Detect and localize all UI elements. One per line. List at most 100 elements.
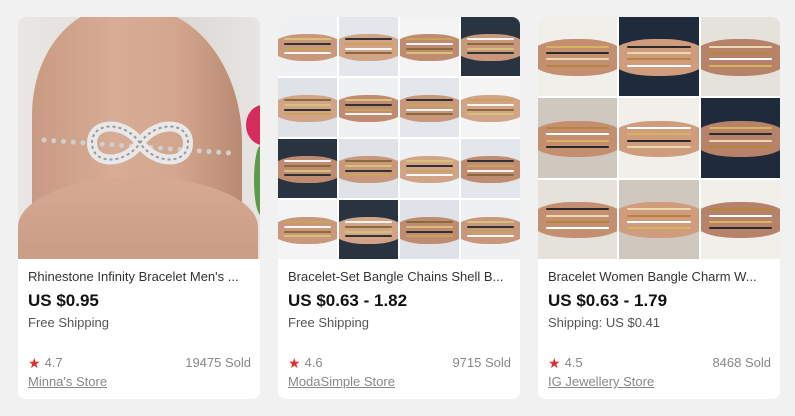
bracelet-band	[466, 169, 515, 172]
collage-tile	[461, 200, 520, 259]
collage-tile	[339, 78, 398, 137]
bracelet-band	[627, 208, 691, 211]
rating-value: 4.6	[304, 355, 323, 370]
collage-tile	[339, 17, 398, 76]
collage-tile	[700, 179, 780, 259]
bracelet-band	[545, 227, 610, 230]
bracelet-band	[283, 164, 332, 167]
product-card[interactable]: Rhinestone Infinity Bracelet Men's ... U…	[18, 17, 260, 399]
image-collage	[538, 17, 780, 259]
product-price: US $0.63 - 1.79	[548, 291, 668, 310]
rating: ★ 4.5	[548, 355, 583, 370]
bracelet-band	[545, 51, 610, 54]
bracelet-band	[466, 221, 515, 224]
bracelet-band	[283, 99, 332, 102]
bracelet-band	[627, 227, 691, 230]
bracelet-band	[283, 47, 332, 50]
rating: ★ 4.7	[28, 355, 63, 370]
collage-tile	[339, 200, 398, 259]
bracelet-band	[627, 58, 691, 61]
bracelet-band	[627, 51, 691, 54]
bracelet-band	[545, 145, 610, 148]
bracelet-band	[466, 38, 515, 41]
bracelet-band	[708, 64, 773, 67]
collage-tile	[619, 179, 699, 259]
store-link[interactable]: ModaSimple Store	[288, 374, 395, 389]
product-image[interactable]	[18, 17, 260, 259]
product-image[interactable]	[278, 17, 520, 259]
sold-count: 19475 Sold	[185, 355, 251, 370]
collage-tile	[400, 200, 459, 259]
product-meta: ★ 4.5 8468 Sold	[548, 355, 771, 370]
bracelet-band	[344, 230, 393, 233]
bracelet-band	[708, 58, 773, 61]
bracelet-band	[627, 126, 691, 129]
bracelet-band	[344, 169, 393, 172]
bracelet-band	[545, 133, 610, 136]
bracelet-band	[708, 227, 773, 230]
product-card[interactable]: Bracelet Women Bangle Charm W... US $0.6…	[538, 17, 780, 399]
collage-tile	[619, 98, 699, 178]
collage-tile	[700, 17, 780, 97]
star-icon: ★	[288, 354, 301, 371]
bracelet-band	[627, 133, 691, 136]
bracelet-band	[405, 160, 454, 163]
product-title[interactable]: Bracelet-Set Bangle Chains Shell B...	[288, 268, 511, 286]
collage-tile	[278, 200, 337, 259]
store-link[interactable]: IG Jewellery Store	[548, 374, 654, 389]
product-meta: ★ 4.7 19475 Sold	[28, 355, 251, 370]
bracelet-band	[545, 45, 610, 48]
bracelet-band	[708, 145, 773, 148]
bracelet-band	[708, 139, 773, 142]
product-grid: Rhinestone Infinity Bracelet Men's ... U…	[18, 17, 780, 399]
collage-tile	[461, 139, 520, 198]
bracelet-band	[545, 126, 610, 129]
bracelet-band	[466, 103, 515, 106]
star-icon: ★	[548, 354, 561, 371]
shipping-info: Free Shipping	[288, 315, 369, 330]
rating: ★ 4.6	[288, 355, 323, 370]
product-info: Bracelet Women Bangle Charm W... US $0.6…	[548, 267, 771, 331]
collage-tile	[461, 17, 520, 76]
shipping-info: Free Shipping	[28, 315, 109, 330]
bracelet-band	[283, 103, 332, 106]
bracelet-band	[627, 64, 691, 67]
bracelet-band	[344, 42, 393, 45]
rating-value: 4.5	[564, 355, 583, 370]
bracelet-band	[545, 208, 610, 211]
collage-tile	[278, 139, 337, 198]
bracelet-band	[405, 221, 454, 224]
collage-tile	[538, 179, 618, 259]
bracelet-band	[344, 160, 393, 163]
bracelet-band	[466, 99, 515, 102]
store-link[interactable]: Minna's Store	[28, 374, 107, 389]
bracelet-band	[283, 221, 332, 224]
sold-count: 8468 Sold	[712, 355, 771, 370]
bracelet-band	[708, 208, 773, 211]
bracelet-band	[405, 225, 454, 228]
bracelet-band	[405, 42, 454, 45]
product-info: Bracelet-Set Bangle Chains Shell B... US…	[288, 267, 511, 331]
product-title[interactable]: Rhinestone Infinity Bracelet Men's ...	[28, 268, 251, 286]
shipping-info: Shipping: US $0.41	[548, 315, 661, 330]
product-image[interactable]	[538, 17, 780, 259]
bracelet-band	[627, 45, 691, 48]
bracelet-band	[344, 108, 393, 111]
bracelet-band	[627, 139, 691, 142]
bracelet-band	[708, 51, 773, 54]
bracelet-band	[405, 47, 454, 50]
bracelet-band	[283, 225, 332, 228]
bracelet-band	[466, 42, 515, 45]
star-icon: ★	[28, 354, 41, 371]
bracelet-band	[545, 220, 610, 223]
bracelet-band	[627, 220, 691, 223]
bracelet-band	[466, 225, 515, 228]
bracelet-band	[344, 164, 393, 167]
product-price: US $0.63 - 1.82	[288, 291, 408, 310]
collage-tile	[538, 98, 618, 178]
bracelet-band	[708, 133, 773, 136]
collage-tile	[339, 139, 398, 198]
product-title[interactable]: Bracelet Women Bangle Charm W...	[548, 268, 771, 286]
product-card[interactable]: Bracelet-Set Bangle Chains Shell B... US…	[278, 17, 520, 399]
collage-tile	[700, 98, 780, 178]
